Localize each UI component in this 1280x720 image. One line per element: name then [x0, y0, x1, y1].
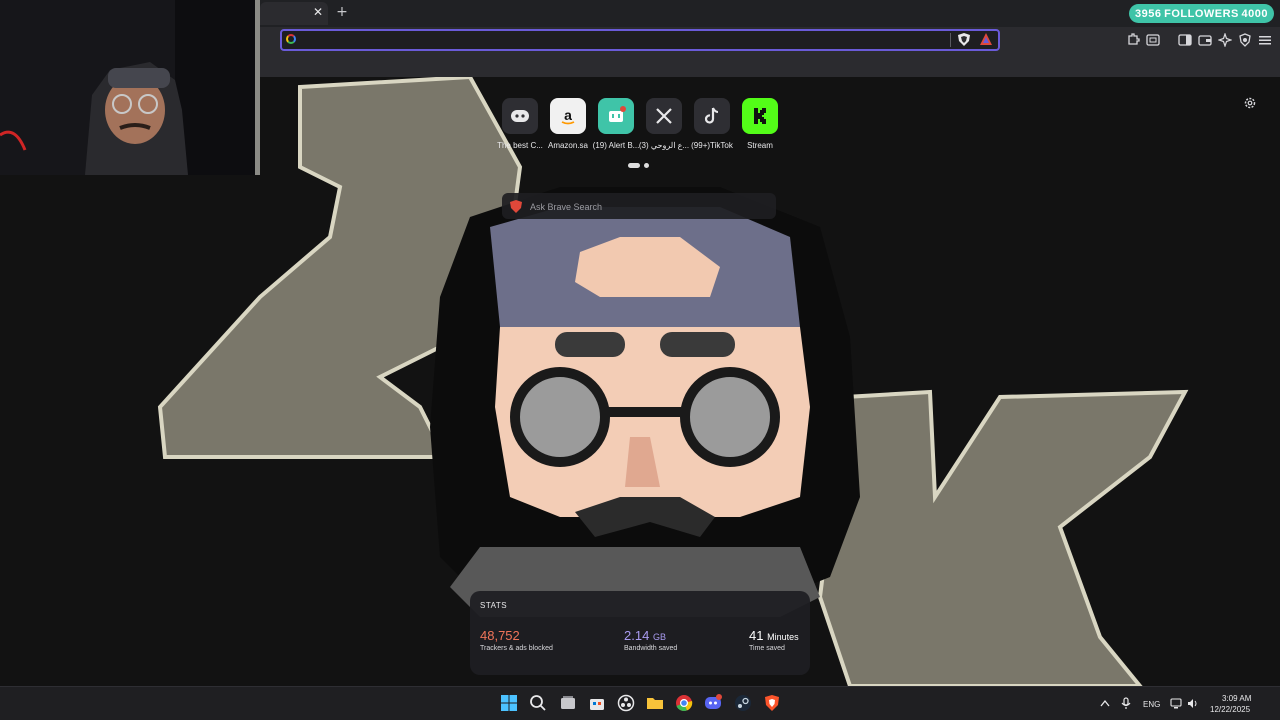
- followers-goal: 4000: [1241, 7, 1268, 20]
- stats-title: STATS: [480, 601, 508, 610]
- time-saved-value: 41 Minutes: [749, 628, 799, 643]
- google-icon: [286, 34, 296, 44]
- sidebar-icon[interactable]: [1178, 33, 1192, 47]
- tab-search-icon[interactable]: [1146, 33, 1160, 47]
- screen: ✕ + 3956 FOLLOWERS 4000 The best C... a …: [0, 0, 1280, 720]
- x-icon: [656, 108, 672, 124]
- new-tab-button[interactable]: +: [335, 4, 349, 20]
- bandwidth-saved-value: 2.14 GB: [624, 628, 666, 643]
- pager-dot[interactable]: [644, 163, 649, 168]
- top-site-tile[interactable]: [598, 98, 634, 134]
- clock-date[interactable]: 12/22/2025: [1210, 705, 1250, 714]
- top-sites-pager[interactable]: [628, 163, 652, 169]
- chevron-up-icon[interactable]: [1100, 699, 1110, 707]
- store-icon[interactable]: [588, 694, 606, 712]
- windows-taskbar: [0, 686, 1280, 720]
- webcam-overlay: [0, 0, 260, 175]
- address-input[interactable]: [302, 32, 942, 48]
- brave-search-input[interactable]: [530, 199, 760, 214]
- windows-start-icon[interactable]: [500, 694, 518, 712]
- top-site-tile[interactable]: [502, 98, 538, 134]
- bandwidth-unit: GB: [652, 632, 666, 642]
- obs-icon[interactable]: [617, 694, 635, 712]
- follower-goal-badge: 3956 FOLLOWERS 4000: [1129, 4, 1274, 23]
- amazon-icon: a: [561, 107, 575, 125]
- bandwidth-number: 2.14: [624, 628, 650, 643]
- pager-dot-active[interactable]: [628, 163, 640, 168]
- time-number: 41: [749, 628, 764, 643]
- top-site-tile[interactable]: a: [550, 98, 586, 134]
- file-explorer-icon[interactable]: [646, 694, 664, 712]
- top-site-tile[interactable]: [742, 98, 778, 134]
- microphone-icon[interactable]: [1121, 697, 1131, 710]
- svg-text:a: a: [564, 107, 572, 123]
- brave-shields-icon[interactable]: [958, 33, 970, 46]
- alert-box-icon: [609, 106, 626, 122]
- bandwidth-saved-label: Bandwidth saved: [624, 645, 678, 652]
- discord-icon[interactable]: [704, 694, 722, 712]
- leo-ai-icon[interactable]: [1218, 33, 1232, 47]
- kick-icon: [754, 108, 766, 124]
- game-controller-icon: [511, 110, 529, 122]
- top-site-label: Stream: [747, 141, 773, 150]
- menu-icon[interactable]: [1258, 33, 1272, 47]
- time-saved-label: Time saved: [749, 645, 785, 652]
- top-site-tile[interactable]: [694, 98, 730, 134]
- address-divider: [950, 33, 951, 47]
- trackers-blocked-value: 48,752: [480, 628, 520, 643]
- extensions-icon[interactable]: [1126, 33, 1140, 47]
- steam-icon[interactable]: [734, 694, 752, 712]
- language-indicator[interactable]: ENG: [1143, 700, 1160, 709]
- wallet-icon[interactable]: [1198, 33, 1212, 47]
- volume-icon[interactable]: [1187, 698, 1199, 709]
- followers-current: 3956: [1135, 7, 1162, 20]
- vpn-shield-icon[interactable]: [1238, 33, 1252, 47]
- search-icon[interactable]: [529, 694, 547, 712]
- close-tab-icon[interactable]: ✕: [312, 5, 324, 19]
- network-icon[interactable]: [1170, 698, 1182, 709]
- time-unit: Minutes: [767, 632, 799, 642]
- top-site-tile[interactable]: [646, 98, 682, 134]
- chrome-icon[interactable]: [675, 694, 693, 712]
- gear-icon[interactable]: [1243, 96, 1257, 110]
- task-view-icon[interactable]: [559, 694, 577, 712]
- webcam-feed-image: [0, 0, 260, 175]
- brave-search-icon: [510, 200, 522, 213]
- trackers-blocked-label: Trackers & ads blocked: [480, 645, 553, 652]
- brave-rewards-icon[interactable]: [980, 33, 992, 45]
- brave-icon[interactable]: [763, 694, 781, 712]
- followers-label: FOLLOWERS: [1164, 7, 1239, 20]
- clock-time[interactable]: 3:09 AM: [1222, 694, 1251, 703]
- tiktok-icon: [704, 107, 719, 124]
